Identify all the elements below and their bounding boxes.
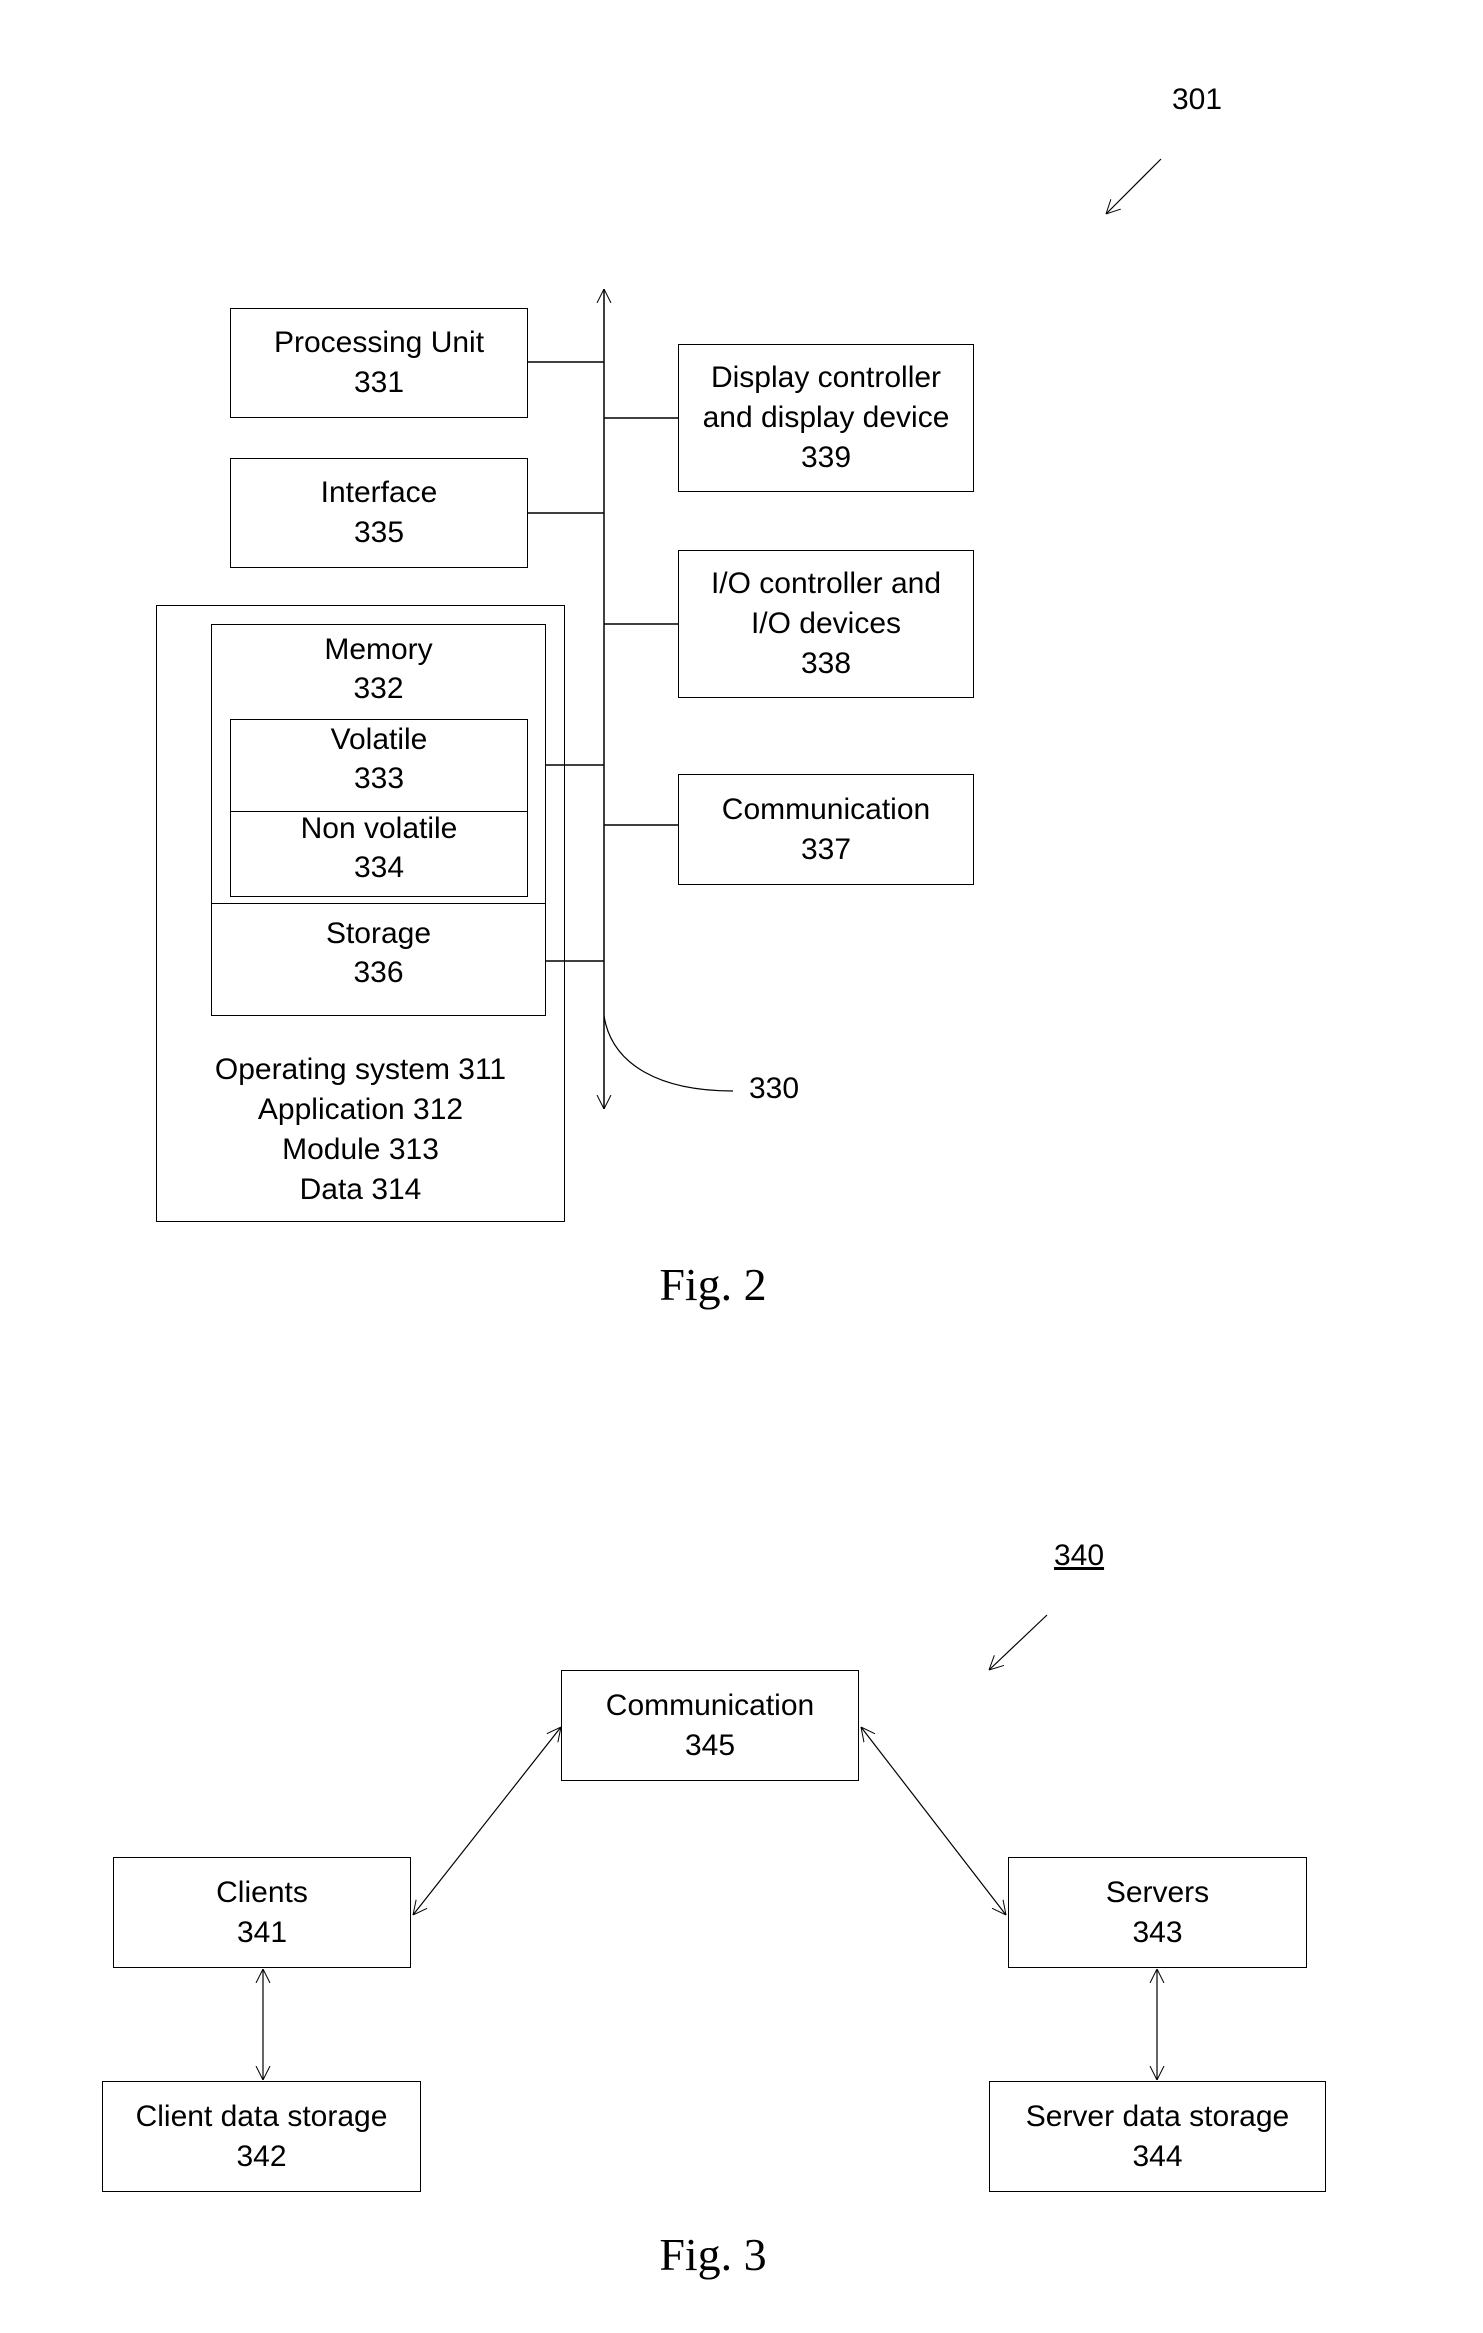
block-title-line2: and display device bbox=[702, 401, 950, 434]
block-number: 335 bbox=[353, 516, 405, 549]
non-volatile-number: 334 bbox=[353, 851, 405, 884]
software-list: Operating system 311 Application 312 Mod… bbox=[157, 1050, 564, 1210]
block-title-line1: I/O controller and bbox=[710, 567, 942, 600]
memory-title: Memory bbox=[324, 633, 433, 666]
block-title: Interface bbox=[320, 476, 438, 509]
io-controller-block: I/O controller and I/O devices 338 bbox=[678, 550, 974, 698]
reference-label-301: 301 bbox=[1172, 83, 1223, 116]
block-number: 331 bbox=[353, 366, 405, 399]
block-number: 337 bbox=[800, 832, 852, 866]
block-number: 339 bbox=[800, 441, 852, 474]
communication-337-block: Communication 337 bbox=[678, 774, 974, 885]
memory-storage-divider bbox=[212, 903, 545, 904]
block-title: Communication bbox=[721, 792, 931, 826]
block-title: Processing Unit bbox=[273, 326, 485, 359]
interface-block: Interface 335 bbox=[230, 458, 528, 568]
block-title: Server data storage bbox=[1025, 2099, 1290, 2133]
reference-label-340: 340 bbox=[1054, 1539, 1105, 1572]
volatile-title: Volatile bbox=[330, 723, 428, 756]
block-title: Client data storage bbox=[135, 2099, 388, 2133]
bus-leader-330 bbox=[603, 1015, 734, 1092]
clients-block: Clients 341 bbox=[113, 1857, 411, 1968]
bus-label-330: 330 bbox=[749, 1072, 800, 1105]
block-number: 343 bbox=[1132, 1915, 1183, 1949]
figure-caption-3: Fig. 3 bbox=[659, 2229, 767, 2280]
communication-345-block: Communication 345 bbox=[561, 1670, 859, 1781]
display-controller-block: Display controller and display device 33… bbox=[678, 344, 974, 492]
block-title-line2: I/O devices bbox=[750, 607, 902, 640]
figure-caption-2: Fig. 2 bbox=[659, 1259, 767, 1310]
client-data-storage-block: Client data storage 342 bbox=[102, 2081, 421, 2192]
ref-arrow-301 bbox=[1106, 158, 1162, 214]
memory-storage-block: Memory 332 Volatile 333 Non volatile 334… bbox=[211, 624, 546, 1016]
storage-title: Storage bbox=[325, 917, 432, 950]
non-volatile-title: Non volatile bbox=[300, 812, 458, 845]
block-title: Clients bbox=[216, 1875, 308, 1909]
link-clients-communication bbox=[413, 1727, 561, 1915]
memory-subblocks: Volatile 333 Non volatile 334 bbox=[230, 719, 528, 897]
processing-unit-block: Processing Unit 331 bbox=[230, 308, 528, 418]
volatile-number: 333 bbox=[353, 762, 405, 795]
block-title: Servers bbox=[1105, 1875, 1210, 1909]
servers-block: Servers 343 bbox=[1008, 1857, 1307, 1968]
software-item: Data 314 bbox=[299, 1173, 422, 1206]
block-number: 345 bbox=[684, 1728, 736, 1762]
block-title-line1: Display controller bbox=[710, 361, 942, 394]
memory-number: 332 bbox=[353, 672, 404, 705]
storage-number: 336 bbox=[353, 956, 404, 989]
block-number: 338 bbox=[800, 647, 852, 680]
block-number: 344 bbox=[1132, 2139, 1183, 2173]
block-number: 342 bbox=[236, 2139, 287, 2173]
block-number: 341 bbox=[236, 1915, 288, 1949]
ref-arrow-340 bbox=[989, 1614, 1048, 1670]
link-servers-communication bbox=[861, 1727, 1006, 1915]
software-item: Application 312 bbox=[257, 1093, 464, 1126]
software-item: Module 313 bbox=[282, 1133, 439, 1166]
server-data-storage-block: Server data storage 344 bbox=[989, 2081, 1326, 2192]
block-title: Communication bbox=[605, 1688, 815, 1722]
software-item: Operating system 311 bbox=[214, 1053, 507, 1086]
